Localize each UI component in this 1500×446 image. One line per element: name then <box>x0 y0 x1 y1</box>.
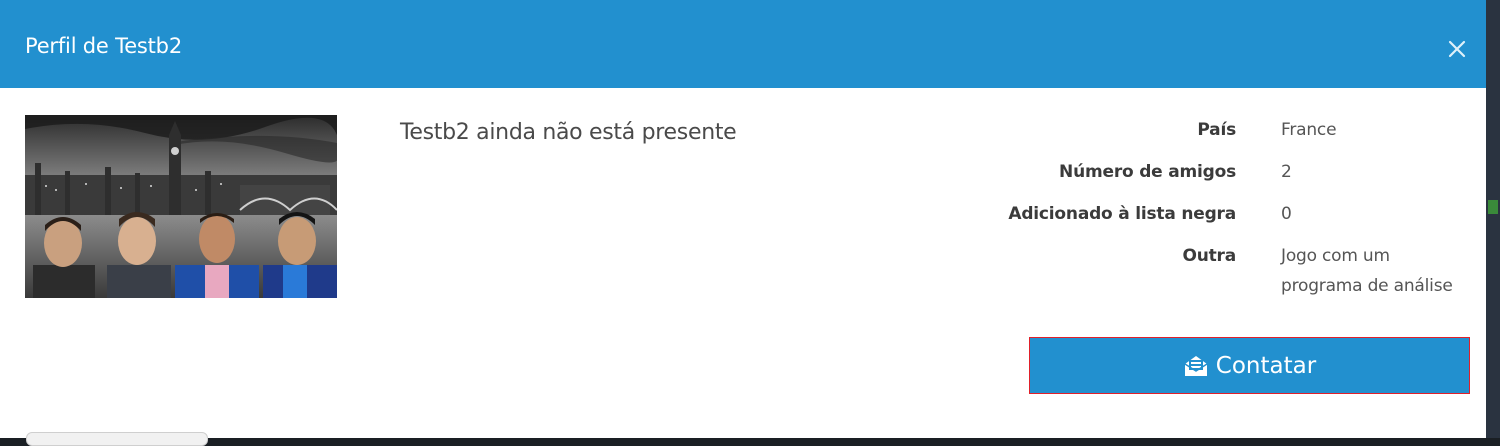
profile-photo <box>25 115 337 298</box>
contact-button-label: Contatar <box>1215 352 1317 379</box>
info-value-line2: programa de análise <box>1281 276 1453 296</box>
dialog-header: Perfil de Testb2 <box>0 0 1486 88</box>
info-label: País <box>1197 120 1236 140</box>
info-value-line1: Jogo com um <box>1281 246 1390 266</box>
info-label: Adicionado à lista negra <box>1008 204 1236 224</box>
dialog-title: Perfil de Testb2 <box>25 34 182 58</box>
background-indicator <box>1488 200 1498 214</box>
close-icon[interactable] <box>1446 38 1468 60</box>
info-label: Outra <box>1182 246 1236 266</box>
presence-status: Testb2 ainda não está presente <box>400 120 737 145</box>
profile-dialog: Perfil de Testb2 Testb2 ainda não está p… <box>0 0 1486 446</box>
footer-button[interactable] <box>26 432 208 446</box>
background-app-edge <box>1486 0 1500 438</box>
contact-button[interactable]: Contatar <box>1029 337 1470 394</box>
envelope-open-icon <box>1183 354 1209 378</box>
info-value: 2 <box>1281 162 1292 182</box>
info-value: France <box>1281 120 1337 140</box>
info-value: 0 <box>1281 204 1292 224</box>
info-label: Número de amigos <box>1059 162 1236 182</box>
